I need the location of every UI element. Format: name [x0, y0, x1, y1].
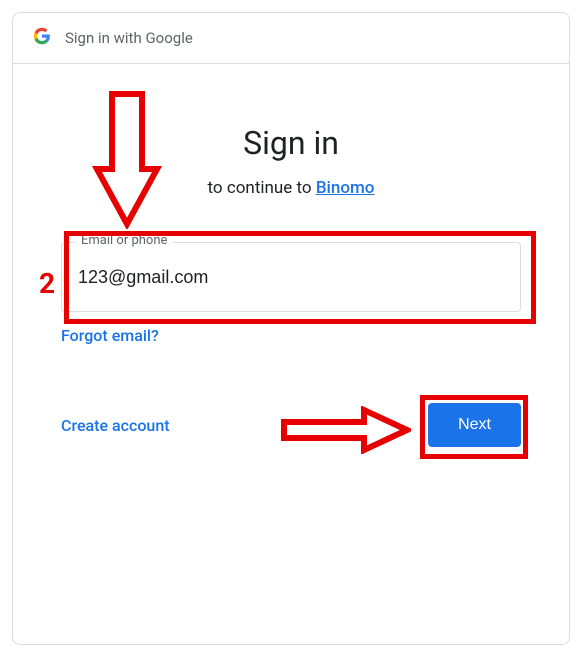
continue-prefix: to continue to — [208, 178, 316, 198]
signin-title: Sign in — [61, 124, 521, 162]
actions-row: Create account Next — [61, 403, 521, 447]
continue-text: to continue to Binomo — [61, 178, 521, 198]
forgot-email-link[interactable]: Forgot email? — [61, 326, 521, 345]
continue-app-link[interactable]: Binomo — [316, 178, 375, 198]
create-account-link[interactable]: Create account — [61, 416, 170, 435]
email-field-wrap: Email or phone — [61, 242, 521, 312]
google-logo-icon — [33, 27, 51, 49]
email-field-label: Email or phone — [75, 233, 173, 248]
signin-card: Sign in with Google Sign in to continue … — [12, 12, 570, 645]
content: Sign in to continue to Binomo Email or p… — [13, 64, 569, 447]
next-button[interactable]: Next — [428, 403, 521, 447]
header: Sign in with Google — [13, 13, 569, 64]
email-field[interactable] — [61, 242, 521, 312]
header-title: Sign in with Google — [65, 29, 193, 47]
